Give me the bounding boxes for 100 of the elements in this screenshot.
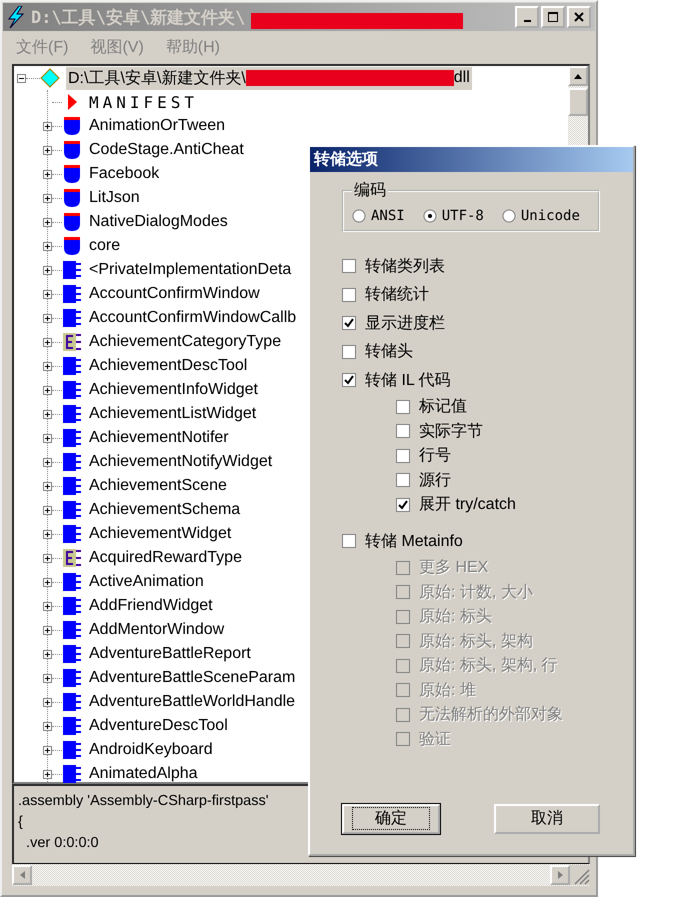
checkbox-option[interactable]: 显示进度栏 [342,309,633,338]
checkbox-option[interactable]: 转储类列表 [342,252,633,280]
checkbox[interactable] [396,400,410,414]
tree-item[interactable]: AnimationOrTween [88,117,226,135]
tree-item[interactable]: AchievementNotifer [88,429,230,447]
expand-icon[interactable] [43,674,52,682]
ok-button[interactable]: 确定 [342,804,440,834]
tree-item[interactable]: AchievementWidget [88,525,232,543]
checkbox-option[interactable]: 标记值 [396,394,633,419]
tree-item[interactable]: AccountConfirmWindowCallb [88,309,298,327]
tree-item[interactable]: AcquiredRewardType [88,549,243,567]
tree-item[interactable]: ActiveAnimation [88,573,205,591]
expand-icon[interactable] [43,434,52,442]
checkbox[interactable] [396,498,410,512]
checkbox-option[interactable]: 转储头 [342,338,633,366]
tree-item[interactable]: AchievementSchema [88,501,242,519]
tree-item[interactable]: AdventureDescTool [88,717,229,735]
checkbox-option[interactable]: 实际字节 [396,419,633,444]
expand-icon[interactable] [43,578,52,586]
tree-item[interactable]: AchievementNotifyWidget [88,453,274,471]
radio-option[interactable]: UTF-8 [422,208,484,224]
class-icon [62,380,82,400]
scroll-left-button[interactable] [12,865,32,885]
maximize-button[interactable] [541,6,565,28]
expand-icon[interactable] [43,362,52,370]
expand-icon[interactable] [43,146,52,154]
radio-option[interactable]: ANSI [352,208,405,224]
expand-icon[interactable] [43,650,52,658]
expand-icon[interactable] [43,554,52,562]
expand-icon[interactable] [43,194,52,202]
tree-item[interactable]: AdventureBattleSceneParam [88,669,296,687]
expand-icon[interactable] [43,602,52,610]
expand-icon[interactable] [43,770,52,778]
tree-item[interactable]: AdventureBattleReport [88,645,252,663]
tree-item[interactable]: AnimatedAlpha [88,765,199,783]
tree-item[interactable]: AndroidKeyboard [88,741,214,759]
expand-icon[interactable] [43,410,52,418]
checkbox[interactable] [342,288,356,302]
resize-grip-icon[interactable] [570,865,590,885]
tree-item[interactable]: AchievementDescTool [88,357,248,375]
expand-icon[interactable] [43,698,52,706]
expand-icon[interactable] [43,242,52,250]
expand-icon[interactable] [43,218,52,226]
expand-icon[interactable] [43,626,52,634]
checkbox[interactable] [342,534,356,548]
checkbox[interactable] [342,344,356,359]
tree-item[interactable]: AchievementCategoryType [88,333,282,351]
tree-item[interactable]: AccountConfirmWindow [88,285,261,303]
code-line: .assembly 'Assembly-CSharp-firstpass' [18,792,268,811]
expand-icon[interactable] [43,170,52,178]
checkbox-option[interactable]: 转储 Metainfo [342,527,633,556]
checkbox[interactable] [396,473,410,488]
tree-item[interactable]: AddFriendWidget [88,597,214,615]
expand-icon[interactable] [43,530,52,538]
expand-icon[interactable] [43,722,52,730]
radio-button[interactable] [352,208,366,222]
tree-item[interactable]: AdventureBattleWorldHandle [88,693,296,711]
tree-item[interactable]: AddMentorWindow [88,621,226,639]
tree-item[interactable]: AchievementInfoWidget [88,381,259,399]
radio-option[interactable]: Unicode [502,208,580,224]
checkbox-option[interactable]: 展开 try/catch [396,492,633,517]
radio-button[interactable] [422,208,437,222]
tree-item[interactable]: LitJson [88,189,141,207]
tree-item[interactable]: <PrivateImplementationDeta [88,261,292,279]
checkbox-option[interactable]: 行号 [396,444,633,468]
tree-item[interactable]: CodeStage.AntiCheat [88,141,245,159]
expand-icon[interactable] [43,266,52,274]
expand-icon[interactable] [43,482,52,490]
scroll-thumb[interactable] [568,88,588,116]
checkbox-option[interactable]: 转储统计 [342,280,633,309]
scroll-up-button[interactable] [568,66,588,86]
tree-item[interactable]: MANIFEST [88,92,200,112]
horizontal-scrollbar[interactable] [12,864,590,886]
expand-icon[interactable] [43,290,52,298]
expand-icon[interactable] [43,338,52,346]
expand-icon[interactable] [43,746,52,754]
tree-item[interactable]: AchievementListWidget [88,405,258,423]
checkbox[interactable] [342,259,356,274]
tree-item[interactable]: core [88,237,122,255]
expand-icon[interactable] [43,314,52,322]
checkbox[interactable] [342,373,356,388]
tree-item[interactable]: D:\工具\安卓\新建文件夹\ dll [66,66,472,90]
checkbox[interactable] [396,448,410,463]
tree-item[interactable]: AchievementScene [88,477,228,495]
expand-icon[interactable] [43,506,52,514]
checkbox[interactable] [342,316,356,330]
expand-icon[interactable] [43,386,52,394]
checkbox[interactable] [396,424,410,438]
close-button[interactable] [567,6,591,28]
expand-icon[interactable] [43,458,52,466]
checkbox-option[interactable]: 转储 IL 代码 [342,366,633,394]
collapse-icon[interactable] [17,74,26,82]
checkbox-option[interactable]: 源行 [396,468,633,492]
minimize-button[interactable] [515,6,539,28]
cancel-button[interactable]: 取消 [494,804,600,834]
tree-item[interactable]: Facebook [88,165,160,183]
radio-button[interactable] [502,208,516,222]
tree-item[interactable]: NativeDialogModes [88,213,229,231]
expand-icon[interactable] [43,122,52,130]
scroll-right-button[interactable] [550,865,570,885]
